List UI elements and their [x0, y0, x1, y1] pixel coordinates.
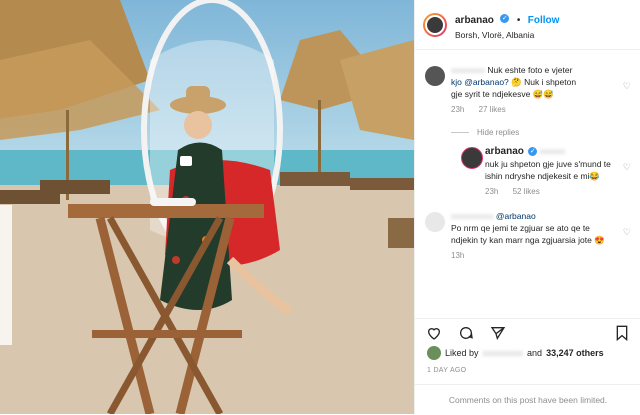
reply-mention-redacted: xxxxxx	[539, 146, 566, 156]
comment-likes[interactable]: 27 likes	[479, 105, 506, 114]
comment-text-line3: gje syrit te ndjekesve 😅😅	[451, 89, 554, 99]
reply-time: 23h	[485, 187, 499, 196]
verified-badge-icon: ✓	[500, 13, 510, 23]
comment-username-redacted: xxxxxxxx	[451, 65, 485, 75]
comment-username-redacted: xxxxxxxxxx	[451, 211, 494, 221]
header-text: arbanao ✓ • Follow Borsh, Vlorë, Albania	[455, 10, 559, 40]
post-side-panel: arbanao ✓ • Follow Borsh, Vlorë, Albania…	[414, 0, 640, 414]
reply-item: arbanao ✓ xxxxxx nuk ju shpeton gje juve…	[415, 145, 640, 198]
comment-text-line1: Nuk eshte foto e vjeter	[487, 65, 573, 75]
comment-mention[interactable]: kjo @arbanao?	[451, 77, 509, 87]
comment-icon[interactable]	[457, 324, 475, 342]
comment-item: xxxxxxxxxx @arbanao Po nrm qe jemi te zg…	[415, 210, 640, 262]
default-avatar-icon[interactable]	[425, 212, 445, 232]
avatar[interactable]	[461, 147, 483, 169]
likes-and: and	[527, 348, 543, 358]
likes-count[interactable]: 33,247 others	[546, 348, 604, 358]
post-header: arbanao ✓ • Follow Borsh, Vlorë, Albania	[415, 0, 640, 50]
avatar[interactable]	[423, 12, 447, 37]
reply-likes[interactable]: 52 likes	[513, 187, 540, 196]
comment-time: 13h	[451, 251, 465, 260]
reply-username[interactable]: arbanao	[485, 146, 524, 157]
separator-dot: •	[516, 14, 521, 26]
comment-text: Po nrm qe jemi te zgjuar se ato qe te nd…	[451, 223, 605, 245]
location-link[interactable]: Borsh, Vlorë, Albania	[455, 30, 559, 40]
comment-time: 23h	[451, 105, 465, 114]
comment-text-rest: 🤔 Nuk i shpeton	[508, 77, 577, 87]
username[interactable]: arbanao	[455, 15, 494, 26]
comment-item: xxxxxxxx Nuk eshte foto e vjeter kjo @ar…	[415, 64, 640, 116]
avatar[interactable]	[427, 346, 441, 360]
verified-badge-icon: ✓	[528, 147, 538, 157]
like-heart-icon[interactable]: ♡	[623, 80, 631, 92]
liker-username-redacted: xxxxxxxxx	[482, 348, 524, 358]
beach-photo-illustration	[0, 0, 414, 414]
post-timestamp[interactable]: 1 DAY AGO	[427, 367, 466, 374]
comment-meta: 23h 27 likes	[451, 104, 619, 116]
comments-limited-notice: Comments on this post have been limited.	[415, 384, 640, 415]
heart-icon[interactable]	[425, 324, 443, 342]
bookmark-icon[interactable]	[613, 324, 631, 342]
comment-mention[interactable]: @arbanao	[496, 211, 536, 221]
reply-meta: 23h 52 likes	[485, 186, 619, 198]
follow-button[interactable]: Follow	[528, 15, 560, 26]
like-heart-icon[interactable]: ♡	[623, 161, 631, 173]
reply-text: nuk ju shpeton gje juve s'mund te ishin …	[485, 159, 611, 181]
comment-meta: 13h	[451, 250, 619, 262]
avatar[interactable]	[425, 66, 445, 86]
likes-prefix: Liked by	[445, 348, 479, 358]
action-bar	[415, 318, 640, 346]
share-icon[interactable]	[489, 324, 507, 342]
hide-replies-button[interactable]: Hide replies	[451, 128, 640, 137]
comments-list[interactable]: xxxxxxxx Nuk eshte foto e vjeter kjo @ar…	[415, 56, 640, 314]
like-heart-icon[interactable]: ♡	[623, 226, 631, 238]
likes-summary: Liked by xxxxxxxxx and 33,247 others	[427, 346, 604, 360]
post-photo[interactable]	[0, 0, 414, 414]
